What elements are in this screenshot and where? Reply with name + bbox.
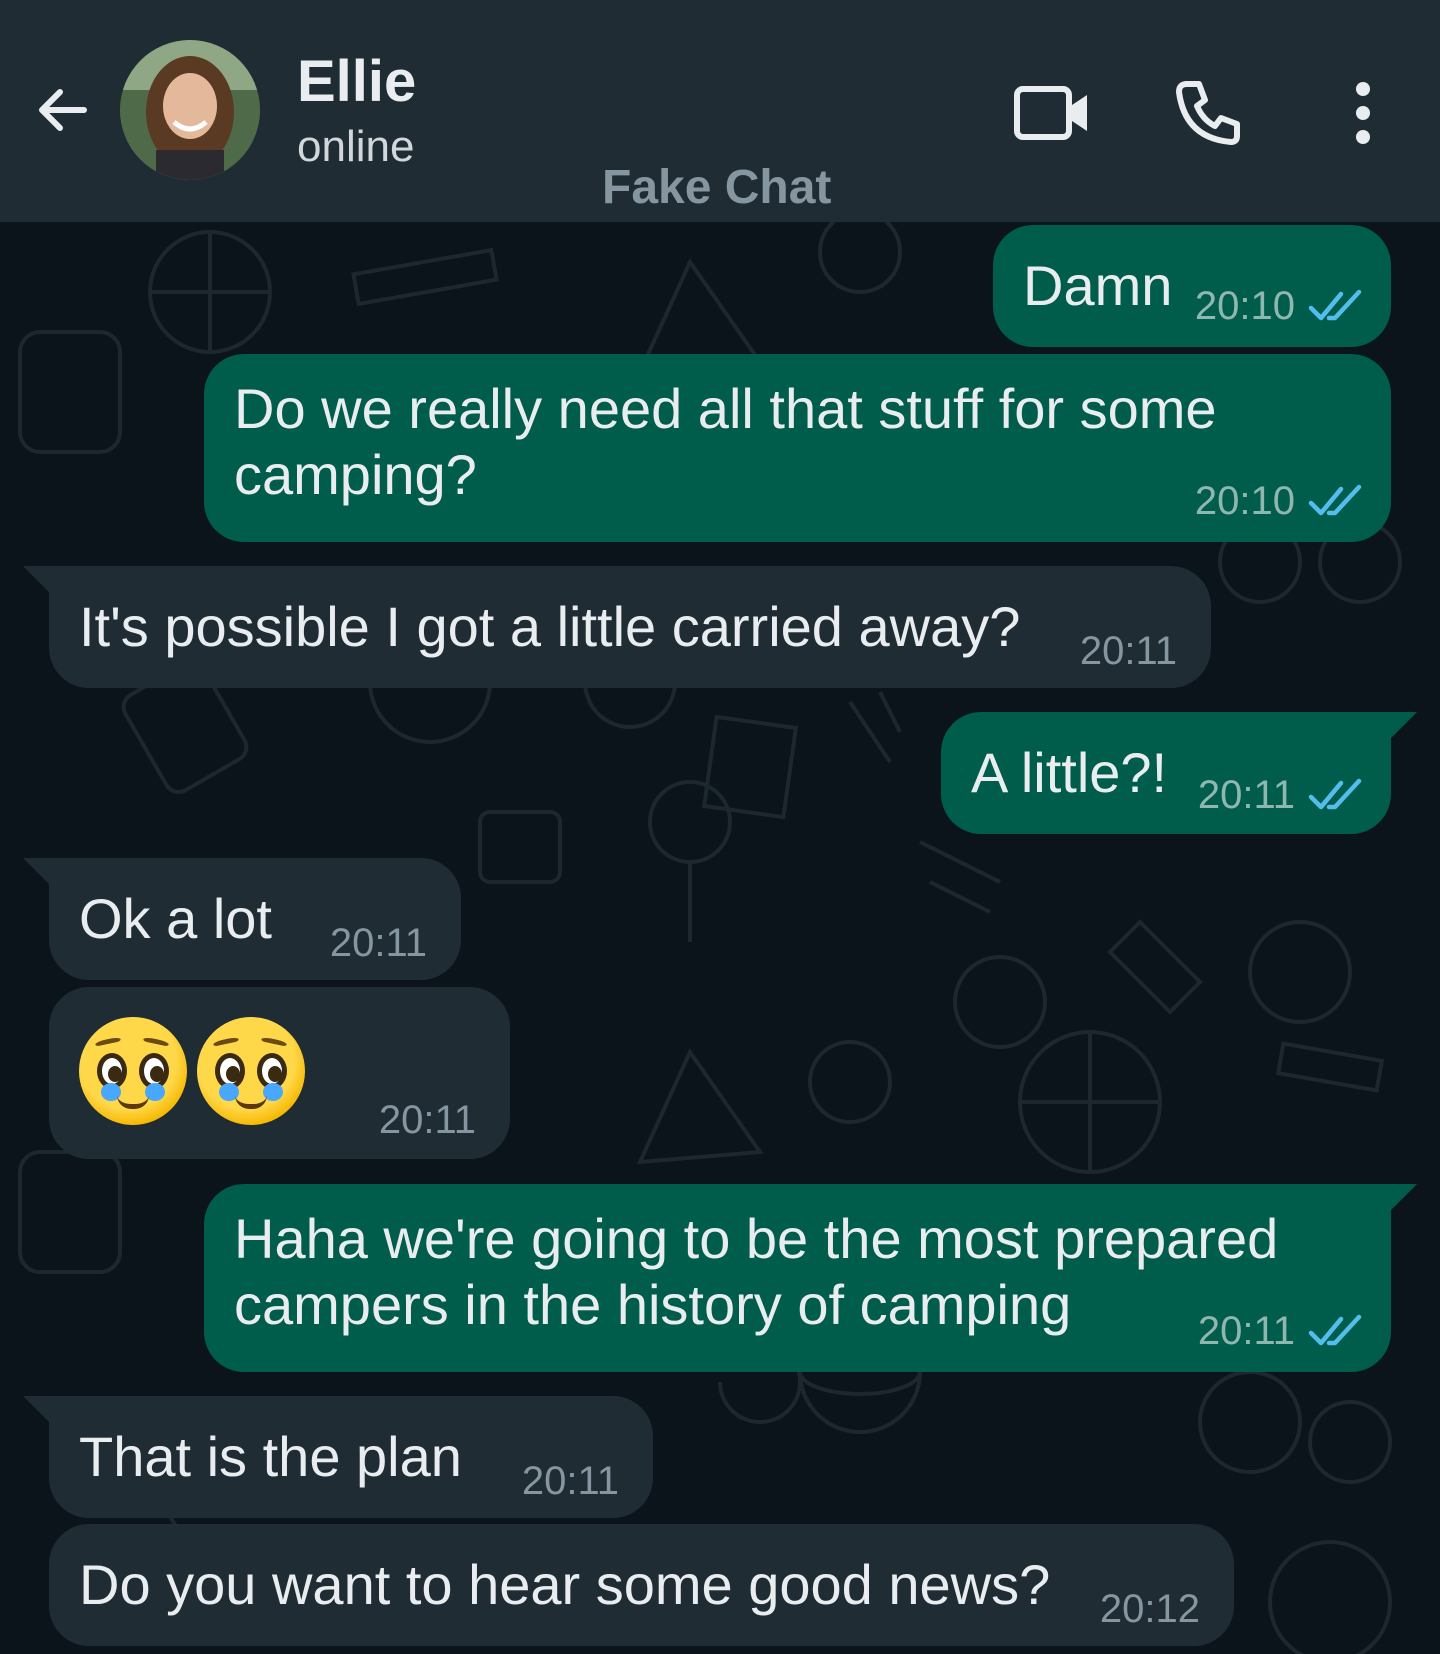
- contact-status: online: [297, 122, 415, 171]
- message-meta: 20:11: [379, 1087, 476, 1153]
- message-text-line-1: Do we really need all that stuff for som…: [234, 377, 1217, 440]
- video-call-button[interactable]: [1008, 68, 1098, 158]
- message-time: 20:11: [1079, 629, 1177, 673]
- emoji-message: [79, 1017, 305, 1125]
- avatar-photo: [120, 40, 260, 180]
- message-text-line-2: camping?: [234, 443, 477, 506]
- message-time: 20:12: [1099, 1587, 1200, 1631]
- message-text: That is the plan: [79, 1425, 462, 1488]
- message-text: Ok a lot: [79, 887, 272, 950]
- message-meta: 20:11: [1080, 618, 1177, 684]
- message-bubble-outgoing[interactable]: Haha we're going to be the most prepared…: [204, 1184, 1417, 1372]
- double-check-read-icon: [1308, 289, 1362, 321]
- arrow-left-icon: [39, 89, 87, 131]
- message-time: 20:10: [1194, 479, 1295, 523]
- double-check-read-icon: [1308, 484, 1362, 516]
- message-text-line-2: campers in the history of camping: [234, 1273, 1072, 1336]
- message-text: It's possible I got a little carried awa…: [79, 595, 1021, 658]
- message-text-line-1: Haha we're going to be the most prepared: [234, 1207, 1279, 1270]
- chat-area[interactable]: Damn 20:10 Do we really need all that st…: [0, 222, 1440, 1654]
- video-camera-icon: [1014, 86, 1087, 140]
- message-text: A little?!: [971, 741, 1168, 804]
- bubble-tail: [23, 858, 53, 888]
- message-bubble-outgoing[interactable]: A little?! 20:11: [941, 712, 1417, 834]
- pleading-face-emoji: [79, 1017, 187, 1125]
- avatar[interactable]: [120, 40, 260, 180]
- message-meta: 20:10: [1195, 273, 1365, 339]
- more-vertical-icon: [1356, 82, 1370, 144]
- message-time: 20:11: [378, 1098, 476, 1142]
- message-bubble-outgoing[interactable]: Do we really need all that stuff for som…: [204, 354, 1391, 542]
- chat-header: Ellie online Fake Chat: [0, 0, 1440, 222]
- message-bubble-incoming[interactable]: 20:11: [49, 987, 510, 1159]
- contact-name[interactable]: Ellie: [297, 48, 416, 115]
- message-time: 20:11: [521, 1459, 619, 1503]
- pleading-face-emoji: [197, 1017, 305, 1125]
- message-text: Do you want to hear some good news?: [79, 1553, 1051, 1616]
- voice-call-button[interactable]: [1163, 68, 1253, 158]
- back-button[interactable]: [22, 70, 102, 150]
- message-meta: 20:11: [522, 1448, 619, 1514]
- message-time: 20:10: [1194, 284, 1295, 328]
- message-text: Damn: [1023, 254, 1173, 317]
- bubble-tail: [1387, 712, 1417, 742]
- double-check-read-icon: [1308, 778, 1362, 810]
- app-title: Fake Chat: [602, 161, 832, 214]
- phone-icon: [1176, 81, 1240, 145]
- message-time: 20:11: [1197, 1309, 1295, 1353]
- message-meta: 20:11: [330, 910, 427, 976]
- message-time: 20:11: [1197, 773, 1295, 817]
- message-bubble-incoming[interactable]: That is the plan 20:11: [23, 1396, 653, 1518]
- double-check-read-icon: [1308, 1314, 1362, 1346]
- bubble-tail: [1387, 1184, 1417, 1214]
- message-meta: 20:12: [1100, 1576, 1200, 1642]
- message-time: 20:11: [329, 921, 427, 965]
- message-bubble-incoming[interactable]: Ok a lot 20:11: [23, 858, 461, 980]
- message-bubble-incoming[interactable]: Do you want to hear some good news? 20:1…: [49, 1524, 1234, 1646]
- message-bubble-incoming[interactable]: It's possible I got a little carried awa…: [23, 566, 1211, 688]
- message-bubble-outgoing[interactable]: Damn 20:10: [993, 225, 1391, 347]
- message-meta: 20:11: [1198, 762, 1365, 828]
- message-meta: 20:11: [1198, 1298, 1365, 1364]
- message-meta: 20:10: [1195, 468, 1365, 534]
- more-options-button[interactable]: [1318, 68, 1408, 158]
- bubble-tail: [23, 566, 53, 596]
- bubble-tail: [23, 1396, 53, 1426]
